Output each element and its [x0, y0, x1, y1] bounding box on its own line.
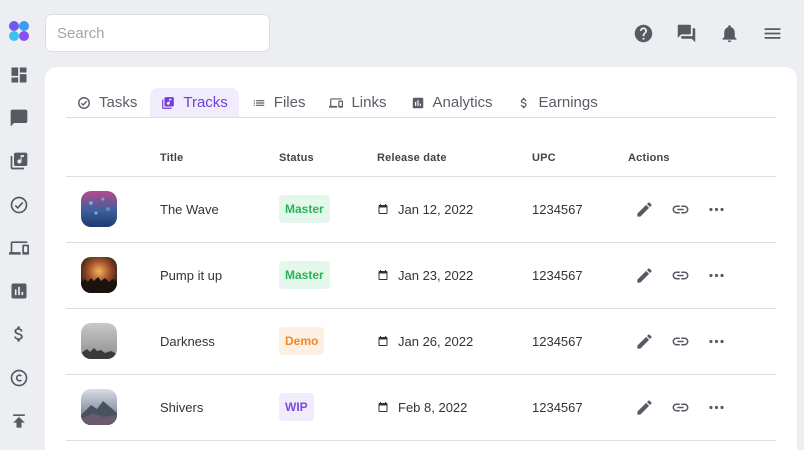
tab-files[interactable]: Files [241, 88, 317, 117]
tab-label: Earnings [538, 94, 598, 111]
edit-icon[interactable] [633, 330, 655, 352]
artwork-column-header [66, 141, 160, 177]
column-header-actions: Actions [628, 141, 776, 177]
edit-icon[interactable] [633, 396, 655, 418]
link-icon[interactable] [669, 198, 691, 220]
track-artwork [81, 191, 117, 227]
status-badge: Master [279, 195, 330, 223]
upload-icon[interactable] [8, 410, 30, 432]
bell-icon[interactable] [717, 21, 741, 45]
more-icon[interactable] [705, 396, 727, 418]
table-header-row: Title Status Release date UPC Actions [66, 141, 776, 177]
tab-label: Analytics [432, 94, 493, 111]
row-actions [628, 198, 776, 220]
track-title[interactable]: The Wave [160, 176, 279, 243]
app-logo[interactable] [8, 20, 30, 42]
release-date-text: Feb 8, 2022 [398, 399, 468, 415]
chat-icon[interactable] [8, 107, 30, 129]
tab-tracks[interactable]: Tracks [150, 88, 239, 117]
release-date: Jan 23, 2022 [377, 268, 532, 283]
tab-bar: Tasks Tracks Files Links Analytics Earni… [66, 88, 776, 118]
sidebar [0, 0, 38, 450]
menu-icon[interactable] [760, 21, 784, 45]
row-actions [628, 264, 776, 286]
upc-value: 1234567 [532, 374, 628, 441]
search-input[interactable] [45, 14, 270, 52]
check-circle-icon[interactable] [8, 194, 30, 216]
release-date: Jan 12, 2022 [377, 202, 532, 217]
column-header-status[interactable]: Status [279, 141, 377, 177]
tab-label: Links [351, 94, 387, 111]
calendar-icon [378, 270, 388, 280]
dashboard-icon[interactable] [8, 64, 30, 86]
link-icon[interactable] [669, 330, 691, 352]
tab-label: Tasks [99, 94, 138, 111]
copyright-icon[interactable] [8, 367, 30, 389]
table-row[interactable]: Darkness Demo Jan 26, 2022 1234567 [66, 308, 776, 375]
track-title[interactable]: Darkness [160, 308, 279, 375]
release-date-text: Jan 26, 2022 [398, 333, 474, 349]
track-title[interactable]: Pump it up [160, 242, 279, 309]
upc-value: 1234567 [532, 242, 628, 309]
status-badge: Demo [279, 327, 325, 355]
more-icon[interactable] [705, 198, 727, 220]
calendar-icon [378, 204, 388, 214]
calendar-icon [378, 336, 388, 346]
row-actions [628, 396, 776, 418]
tab-label: Files [273, 94, 306, 111]
status-badge: WIP [279, 393, 314, 421]
upc-value: 1234567 [532, 308, 628, 375]
release-date-text: Jan 23, 2022 [398, 267, 474, 283]
link-icon[interactable] [669, 264, 691, 286]
status-badge: Master [279, 261, 330, 289]
link-icon[interactable] [669, 396, 691, 418]
tab-tasks[interactable]: Tasks [66, 88, 148, 117]
track-artwork [81, 389, 117, 425]
tab-analytics[interactable]: Analytics [400, 88, 504, 117]
table-row[interactable]: Pump it up Master Jan 23, 2022 1234567 [66, 242, 776, 309]
list-icon [252, 96, 266, 110]
more-icon[interactable] [705, 264, 727, 286]
release-date-text: Jan 12, 2022 [398, 201, 474, 217]
column-header-release-date[interactable]: Release date [377, 141, 532, 177]
track-artwork [81, 257, 117, 293]
release-date: Feb 8, 2022 [377, 400, 532, 415]
check-circle-icon [77, 96, 91, 110]
column-header-title[interactable]: Title [160, 141, 279, 177]
tab-label: Tracks [183, 94, 228, 111]
dollar-icon[interactable] [8, 323, 30, 345]
release-date: Jan 26, 2022 [377, 334, 532, 349]
devices-icon [329, 96, 344, 110]
edit-icon[interactable] [633, 264, 655, 286]
column-header-upc[interactable]: UPC [532, 141, 628, 177]
music-library-icon [161, 96, 175, 110]
calendar-icon [378, 402, 388, 412]
tracks-card: Tasks Tracks Files Links Analytics Earni… [45, 67, 797, 450]
help-icon[interactable] [631, 21, 655, 45]
analytics-icon [411, 96, 425, 110]
upc-value: 1234567 [532, 176, 628, 243]
devices-icon[interactable] [8, 237, 30, 259]
music-library-icon[interactable] [8, 150, 30, 172]
row-actions [628, 330, 776, 352]
dollar-icon [517, 96, 531, 110]
track-artwork [81, 323, 117, 359]
table-row[interactable]: Shivers WIP Feb 8, 2022 1234567 [66, 374, 776, 441]
forum-icon[interactable] [674, 21, 698, 45]
table-row[interactable]: The Wave Master Jan 12, 2022 1234567 [66, 176, 776, 243]
edit-icon[interactable] [633, 198, 655, 220]
tab-links[interactable]: Links [318, 88, 397, 117]
tracks-table: Title Status Release date UPC Actions Th… [66, 141, 776, 441]
track-title[interactable]: Shivers [160, 374, 279, 441]
tab-earnings[interactable]: Earnings [506, 88, 609, 117]
analytics-icon[interactable] [8, 280, 30, 302]
more-icon[interactable] [705, 330, 727, 352]
